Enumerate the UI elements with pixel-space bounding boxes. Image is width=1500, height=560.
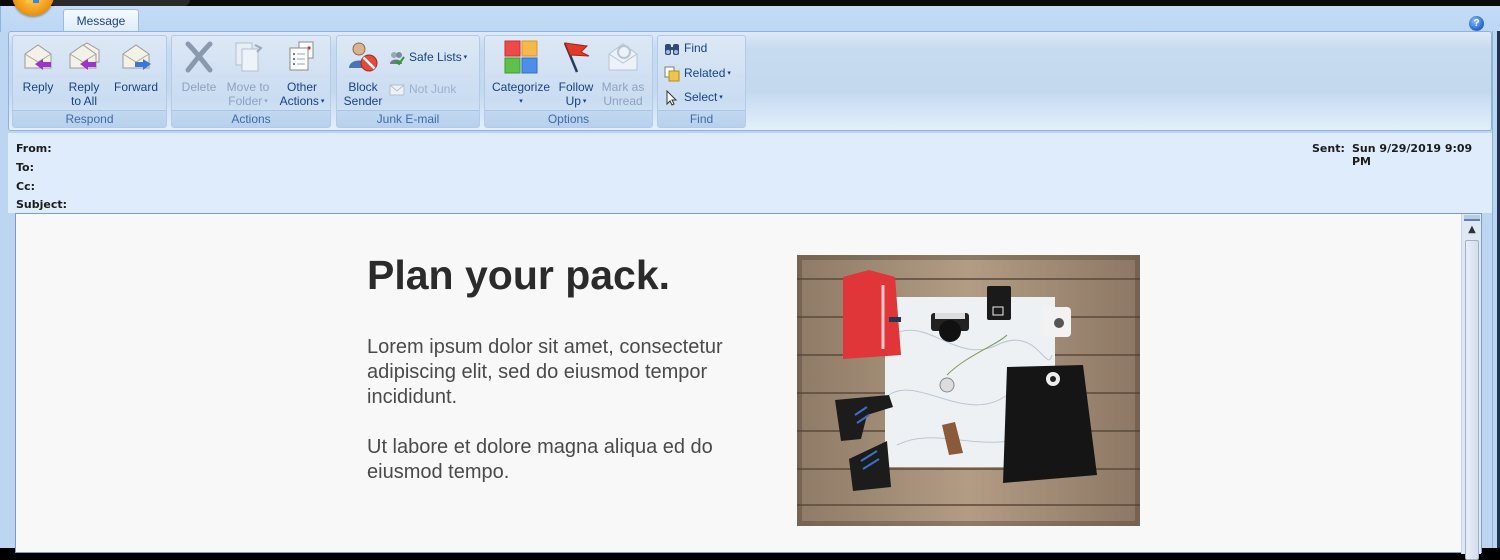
- reply-all-icon: [67, 40, 101, 74]
- group-find: Find Related ▾ Select ▾ Find: [657, 35, 746, 128]
- office-logo-icon: [26, 0, 40, 4]
- to-label: To:: [16, 161, 34, 174]
- vertical-scrollbar[interactable]: ▲: [1461, 214, 1481, 560]
- related-icon: [664, 66, 680, 82]
- find-label: Find: [684, 41, 708, 55]
- reply-icon: [21, 40, 55, 74]
- reply-label: Reply: [22, 80, 54, 94]
- delete-label: Delete: [181, 80, 217, 94]
- email-content: Plan your pack. Lorem ipsum dolor sit am…: [16, 214, 1461, 554]
- other-line-2: Actions: [279, 94, 319, 108]
- forward-label: Forward: [113, 80, 158, 94]
- sent-value: Sun 9/29/2019 9:09 PM: [1352, 142, 1473, 168]
- reply-all-label: Reply to All: [69, 80, 100, 108]
- related-button[interactable]: Related ▾: [664, 64, 731, 82]
- block-sender-icon: [346, 40, 380, 74]
- chevron-down-icon: ▾: [580, 97, 587, 105]
- group-label-junk-email: Junk E-mail: [337, 110, 479, 127]
- ribbon: Reply Reply to All Forward Respond Delet…: [8, 31, 1492, 131]
- forward-icon: [119, 40, 153, 74]
- move-to-folder-button[interactable]: Move to Folder ▾: [222, 40, 274, 109]
- block-sender-label: Block Sender: [344, 80, 383, 108]
- scrollbar-thumb[interactable]: [1465, 240, 1479, 560]
- window-right-edge: [1492, 31, 1500, 548]
- group-label-options: Options: [485, 110, 652, 127]
- other-actions-icon: [285, 40, 319, 74]
- follow-up-label: Follow Up ▾: [559, 80, 594, 108]
- move-line-1: Move to: [226, 80, 270, 94]
- mark-as-unread-button[interactable]: Mark as Unread: [599, 40, 647, 108]
- outlook-message-window: Message ? Reply Reply to All Forward Res…: [0, 0, 1500, 560]
- group-label-actions: Actions: [172, 110, 330, 127]
- reply-button[interactable]: Reply: [19, 40, 57, 94]
- scrollbar-split-handle[interactable]: [1464, 215, 1480, 221]
- categorize-icon: [504, 40, 538, 74]
- move-to-folder-label: Move to Folder ▾: [227, 80, 270, 108]
- select-button[interactable]: Select ▾: [664, 88, 723, 106]
- mark-line-1: Mark as: [601, 80, 645, 94]
- mark-line-2: Unread: [603, 94, 643, 108]
- ribbon-tab-strip: Message ?: [0, 6, 1500, 33]
- scroll-up-arrow-icon[interactable]: ▲: [1464, 222, 1480, 238]
- reply-all-button[interactable]: Reply to All: [65, 40, 103, 108]
- group-junk-email: BlockSender Safe Lists ▾ Not Junk ↘ Junk…: [336, 35, 480, 128]
- chevron-down-icon: ▾: [262, 97, 268, 105]
- not-junk-button[interactable]: Not Junk: [389, 80, 456, 98]
- other-line-1: Other: [286, 80, 317, 94]
- reply-all-line-1: Reply: [68, 80, 100, 94]
- not-junk-icon: [389, 82, 405, 98]
- cc-label: Cc:: [16, 180, 35, 193]
- block-line-1: Block: [348, 80, 378, 94]
- tab-message[interactable]: Message: [63, 9, 139, 33]
- chevron-down-icon: ▾: [717, 93, 723, 101]
- message-body: Plan your pack. Lorem ipsum dolor sit am…: [15, 213, 1482, 560]
- delete-icon: [182, 40, 216, 74]
- move-to-folder-icon: [231, 40, 265, 74]
- from-label: From:: [16, 142, 52, 155]
- follow-line-2: Up: [565, 94, 581, 108]
- cursor-select-icon: [664, 89, 680, 106]
- reply-all-line-2: to All: [70, 94, 97, 108]
- chevron-down-icon: ▾: [519, 97, 523, 105]
- group-label-respond: Respond: [13, 110, 166, 127]
- move-line-2: Folder: [228, 94, 263, 108]
- red-jacket-shape: [843, 270, 901, 359]
- group-respond: Reply Reply to All Forward Respond: [12, 35, 167, 128]
- group-label-find: Find: [658, 110, 745, 127]
- not-junk-label: Not Junk: [409, 82, 457, 96]
- safe-lists-label: Safe Lists: [409, 50, 462, 64]
- message-header: From: To: Cc: Subject: Sent: Sun 9/29/20…: [8, 133, 1492, 213]
- select-label: Select: [684, 90, 718, 104]
- email-paragraph-1: Lorem ipsum dolor sit amet, consectetur …: [367, 336, 723, 408]
- mark-unread-icon: [606, 40, 640, 74]
- block-sender-button[interactable]: Block Sender: [341, 40, 385, 108]
- email-paragraph-2: Ut labore et dolore magna aliqua ed do e…: [367, 436, 713, 483]
- safe-lists-icon: [389, 50, 405, 66]
- sent-label: Sent:: [1312, 142, 1345, 155]
- follow-line-1: Follow: [558, 80, 594, 94]
- mark-unread-label: Mark as Unread: [602, 80, 645, 108]
- group-options: Categorize▾ FollowUp ▾ Mark asUnread ↘ O…: [484, 35, 653, 128]
- block-line-2: Sender: [343, 94, 383, 108]
- categorize-button[interactable]: Categorize ▾: [489, 40, 553, 109]
- group-actions: Delete Move to Folder ▾ Other Actions ▾ Ac…: [171, 35, 331, 128]
- related-label: Related: [684, 66, 726, 80]
- forward-button[interactable]: Forward: [111, 40, 161, 94]
- email-headline: Plan your pack.: [367, 252, 671, 298]
- chevron-down-icon: ▾: [318, 97, 325, 105]
- binoculars-icon: [664, 41, 680, 57]
- other-actions-label: Other Actions ▾: [280, 80, 325, 108]
- chevron-down-icon: ▾: [461, 53, 468, 61]
- other-actions-button[interactable]: Other Actions ▾: [276, 40, 328, 109]
- categorize-label: Categorize: [491, 80, 551, 94]
- subject-label: Subject:: [16, 198, 68, 211]
- hiking-gear-photo: [797, 255, 1140, 526]
- follow-up-button[interactable]: Follow Up ▾: [555, 40, 597, 109]
- delete-button[interactable]: Delete: [176, 40, 222, 94]
- find-button[interactable]: Find: [664, 39, 707, 57]
- chevron-down-icon: ▾: [725, 69, 731, 77]
- safe-lists-button[interactable]: Safe Lists ▾: [389, 48, 467, 66]
- help-icon[interactable]: ?: [1469, 16, 1484, 31]
- follow-up-flag-icon: [559, 40, 593, 74]
